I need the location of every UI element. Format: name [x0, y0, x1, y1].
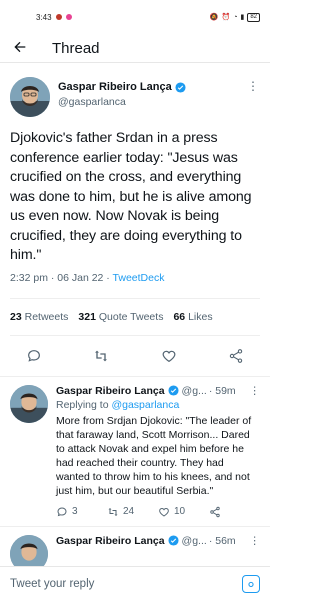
notification-icon-2	[65, 14, 72, 20]
like-icon[interactable]	[161, 348, 177, 364]
page-title: Thread	[52, 39, 100, 57]
reply-count-button[interactable]: 3	[56, 506, 107, 518]
top-bar: Thread	[0, 34, 270, 62]
reply-text: More from Srdjan Djokovic: "The leader o…	[56, 414, 252, 497]
avatar[interactable]	[10, 77, 50, 117]
status-bar: 3:43 🔕 ⏰ ◔ ▮ 82	[0, 0, 270, 34]
quote-tweets-stat[interactable]: 321 Quote Tweets	[78, 311, 163, 323]
share-icon	[210, 506, 220, 517]
wifi-icon: ◔	[233, 13, 238, 21]
tweet-meta: 2:32 pm · 06 Jan 22 · TweetDeck	[10, 272, 260, 284]
reply-author-name[interactable]: Gaspar Ribeiro Lança	[56, 535, 165, 547]
retweet-icon[interactable]	[93, 348, 109, 364]
back-arrow-icon[interactable]	[12, 39, 42, 58]
verified-badge-icon	[168, 385, 179, 396]
author-handle[interactable]: @gasparlanca	[58, 96, 247, 108]
likes-stat[interactable]: 66 Likes	[173, 311, 212, 323]
reply-time: · 59m	[208, 384, 236, 397]
more-options-icon[interactable]: ⋮	[250, 535, 261, 547]
retweet-icon	[108, 507, 118, 516]
signal-icon: ▮	[240, 14, 245, 21]
reply-compose-bar[interactable]: Tweet your reply	[0, 566, 270, 600]
main-tweet: Gaspar Ribeiro Lança @gasparlanca ⋮ Djok…	[0, 63, 270, 336]
reply-tweet[interactable]: Gaspar Ribeiro Lança @g... · 59m ⋮ Reply…	[0, 377, 270, 527]
status-time: 3:43	[36, 12, 52, 22]
tweet-reply-input[interactable]: Tweet your reply	[10, 578, 242, 590]
verified-badge-icon	[168, 535, 179, 546]
replying-to: Replying to @gasparlanca	[56, 398, 180, 411]
tweet-timestamp: 2:32 pm · 06 Jan 22 ·	[10, 271, 113, 284]
more-options-icon[interactable]: ⋮	[250, 385, 261, 397]
verified-badge-icon	[175, 81, 186, 93]
like-icon	[159, 507, 169, 517]
battery-icon: 82	[247, 12, 260, 22]
tweet-source-link[interactable]: TweetDeck	[113, 272, 165, 284]
tweet-text: Djokovic's father Srdan in a press confe…	[10, 130, 252, 263]
reply-author-handle[interactable]: @g...	[182, 535, 207, 547]
reply-time: · 56m	[208, 534, 236, 547]
camera-icon[interactable]	[242, 574, 260, 593]
reply-icon[interactable]	[26, 348, 42, 364]
share-button[interactable]	[209, 506, 260, 518]
tweet-actions	[0, 336, 270, 377]
avatar[interactable]	[10, 384, 48, 423]
like-count-button[interactable]: 10	[158, 506, 209, 518]
reply-author-name[interactable]: Gaspar Ribeiro Lança	[56, 385, 165, 397]
reply-icon	[57, 506, 67, 516]
reply-author-handle[interactable]: @g...	[182, 385, 207, 397]
mute-icon: 🔕	[209, 14, 219, 21]
replying-to-link[interactable]: @gasparlanca	[111, 399, 179, 411]
share-icon[interactable]	[228, 348, 244, 364]
alarm-icon: ⏰	[221, 14, 231, 21]
reply-actions: 3 24 10	[56, 506, 260, 518]
retweet-count-button[interactable]: 24	[107, 506, 158, 518]
notification-icon	[55, 14, 62, 20]
tweet-stats: 23 Retweets 321 Quote Tweets 66 Likes	[10, 297, 260, 336]
retweets-stat[interactable]: 23 Retweets	[10, 311, 68, 323]
author-name[interactable]: Gaspar Ribeiro Lança	[58, 81, 172, 93]
more-options-icon[interactable]: ⋮	[247, 77, 260, 93]
